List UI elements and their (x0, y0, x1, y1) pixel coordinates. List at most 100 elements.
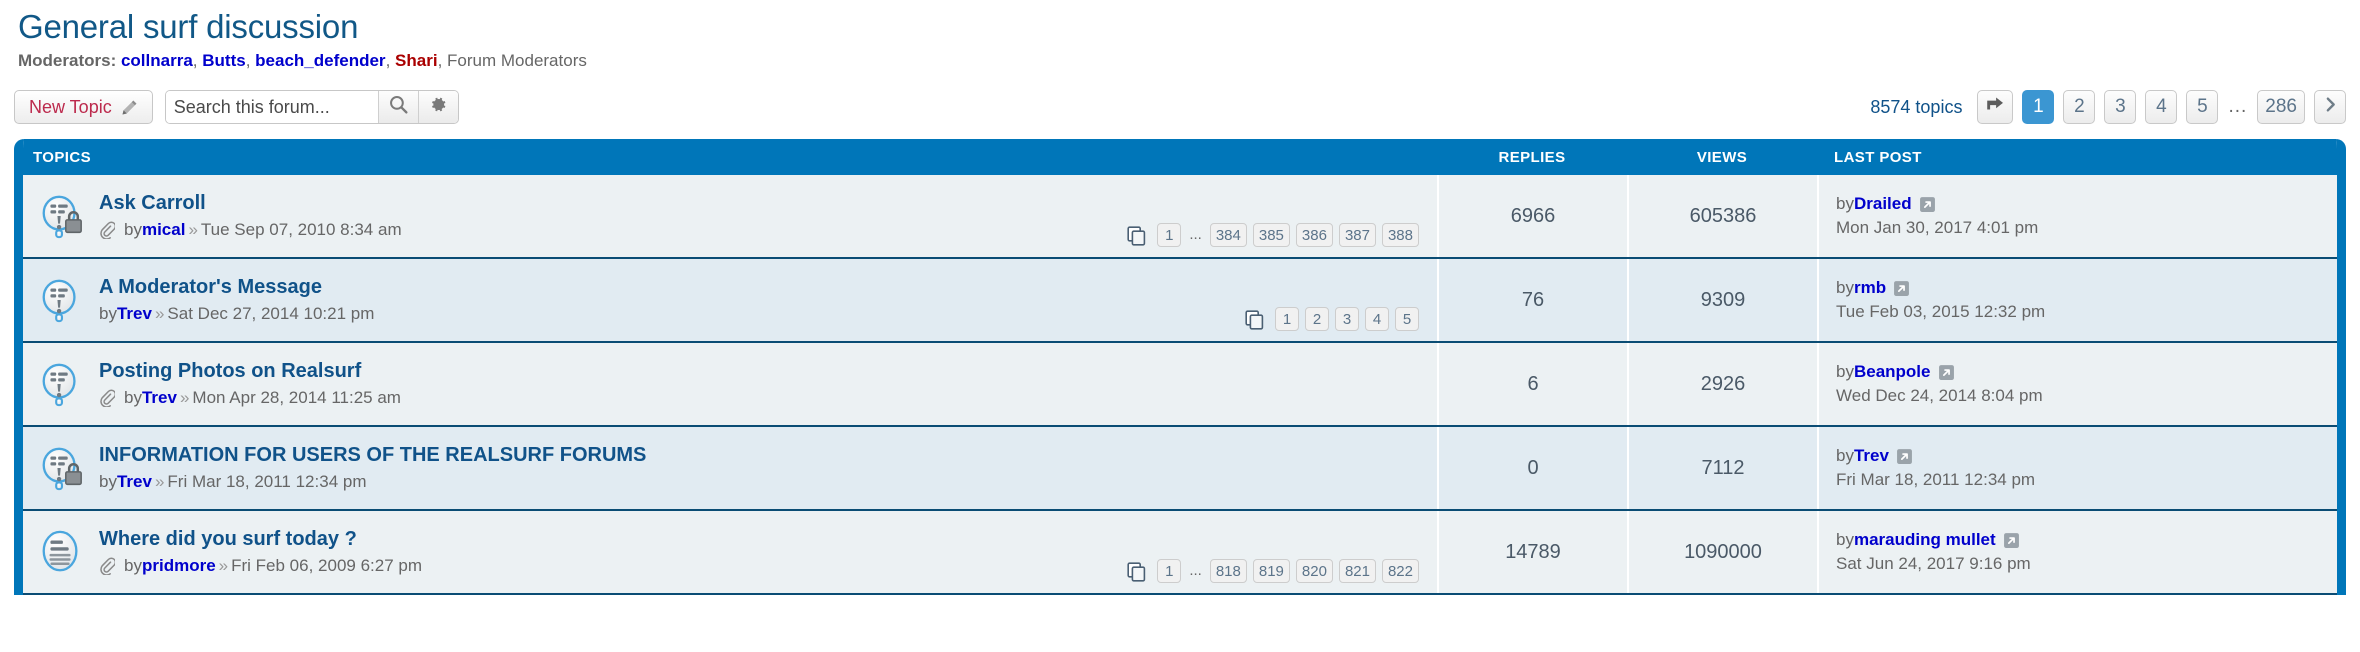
forum-page: General surf discussion Moderators: coll… (0, 6, 2360, 596)
last-post-cell: by marauding mullet Sat Jun 24, 2017 9:1… (1817, 511, 2337, 594)
topic-page-818[interactable]: 818 (1209, 559, 1247, 584)
meta-separator: » (179, 388, 190, 408)
topic-posted-date: Fri Mar 18, 2011 12:34 pm (167, 472, 367, 492)
gear-icon (429, 95, 448, 119)
table-row[interactable]: INFORMATION FOR USERS OF THE REALSURF FO… (23, 427, 2337, 512)
goto-last-post-icon[interactable] (1938, 364, 1955, 381)
pencil-icon (121, 99, 138, 116)
topic-page-ellipsis: ... (1189, 226, 1202, 244)
topic-meta: by Trev » Sat Dec 27, 2014 10:21 pm (99, 304, 1437, 324)
topic-cell: A Moderator's Message by Trev » Sat Dec 2… (23, 259, 1437, 341)
goto-last-post-icon[interactable] (2003, 532, 2020, 549)
topic-page-4[interactable]: 4 (1365, 307, 1389, 332)
page-button-1[interactable]: 1 (2022, 90, 2055, 125)
topic-title-link[interactable]: Where did you surf today ? (99, 528, 1437, 551)
moderator-butts[interactable]: Butts (202, 51, 245, 70)
last-post-author-link[interactable]: Trev (1854, 446, 1889, 466)
table-row[interactable]: Posting Photos on Realsurf by Trev » Mon… (23, 343, 2337, 428)
by-label: by (124, 388, 142, 408)
topic-title-link[interactable]: Posting Photos on Realsurf (99, 360, 1437, 383)
topic-page-819[interactable]: 819 (1252, 559, 1290, 584)
page-button-2[interactable]: 2 (2063, 90, 2096, 125)
meta-separator: » (188, 220, 198, 240)
topic-page-820[interactable]: 820 (1295, 559, 1333, 584)
forum-search (164, 90, 459, 125)
announce-locked-icon (37, 192, 85, 240)
table-row[interactable]: Where did you surf today ? by pridmore »… (23, 511, 2337, 596)
topic-page-1[interactable]: 1 (1157, 559, 1182, 584)
new-topic-button[interactable]: New Topic (14, 90, 153, 125)
topic-author-link[interactable]: Trev (117, 304, 152, 324)
column-header-views: VIEWS (1696, 148, 1748, 166)
topic-page-5[interactable]: 5 (1395, 307, 1419, 332)
topic-page-3[interactable]: 3 (1335, 307, 1359, 332)
search-options-button[interactable] (417, 91, 458, 124)
topic-rows: Ask Carroll by mical » Tue Sep 07, 2010 … (23, 175, 2337, 596)
topic-page-2[interactable]: 2 (1305, 307, 1329, 332)
chevron-right-icon (2323, 95, 2338, 120)
topic-page-388[interactable]: 388 (1381, 223, 1419, 248)
last-post-cell: by Trev Fri Mar 18, 2011 12:34 pm (1817, 427, 2337, 510)
topic-title-link[interactable]: Ask Carroll (99, 192, 1437, 215)
by-label: by (124, 556, 142, 576)
replies-count: 14789 (1437, 511, 1627, 594)
topic-page-821[interactable]: 821 (1338, 559, 1376, 584)
topic-page-387[interactable]: 387 (1338, 223, 1376, 248)
last-post-author-link[interactable]: rmb (1854, 278, 1886, 298)
topic-page-384[interactable]: 384 (1209, 223, 1247, 248)
topic-page-386[interactable]: 386 (1295, 223, 1333, 248)
search-input[interactable] (165, 91, 378, 124)
goto-last-post-icon[interactable] (1893, 280, 1910, 297)
next-page-button[interactable] (2314, 90, 2346, 125)
separator: , (385, 51, 391, 71)
by-label: by (1836, 362, 1854, 382)
announce-locked-icon (37, 444, 85, 492)
moderator-shari[interactable]: Shari (395, 51, 438, 70)
meta-separator: » (218, 556, 229, 576)
pagination: 8574 topics 1 2 3 4 5... 286 (1870, 90, 2346, 125)
by-label: by (1836, 446, 1854, 466)
topic-author-link[interactable]: Trev (117, 472, 152, 492)
views-count: 9309 (1627, 259, 1817, 342)
topic-page-385[interactable]: 385 (1252, 223, 1290, 248)
moderators-line: Moderators: collnarra, Butts, beach_defe… (18, 51, 2346, 71)
moderator-beach-defender[interactable]: beach_defender (255, 51, 385, 70)
table-row[interactable]: A Moderator's Message by Trev » Sat Dec 2… (23, 259, 2337, 344)
replies-count: 76 (1437, 259, 1627, 342)
table-row[interactable]: Ask Carroll by mical » Tue Sep 07, 2010 … (23, 175, 2337, 260)
topic-author-link[interactable]: mical (142, 220, 185, 240)
moderator-collnarra[interactable]: collnarra (121, 51, 193, 70)
views-count: 605386 (1627, 175, 1817, 258)
jump-to-page-icon (1985, 94, 2005, 120)
page-button-3[interactable]: 3 (2104, 90, 2137, 125)
by-label: by (1836, 530, 1854, 550)
moderators-label: Moderators: (18, 51, 117, 71)
pagination-ellipsis: ... (2228, 96, 2248, 118)
by-label: by (1836, 194, 1854, 214)
last-post-author-line: by marauding mullet (1836, 530, 2337, 550)
topic-title-link[interactable]: A Moderator's Message (99, 276, 1437, 299)
topic-page-ellipsis: ... (1189, 562, 1202, 580)
goto-last-post-icon[interactable] (1896, 448, 1913, 465)
topic-author-link[interactable]: Trev (142, 388, 177, 408)
multipage-icon (1126, 561, 1148, 583)
topic-cell: Ask Carroll by mical » Tue Sep 07, 2010 … (23, 175, 1437, 257)
goto-last-post-icon[interactable] (1919, 196, 1936, 213)
topic-main: INFORMATION FOR USERS OF THE REALSURF FO… (99, 444, 1437, 492)
page-button-4[interactable]: 4 (2145, 90, 2178, 125)
last-post-author-link[interactable]: marauding mullet (1854, 530, 1996, 550)
last-post-author-link[interactable]: Drailed (1854, 194, 1912, 214)
column-header-last-post: LAST POST (1834, 148, 1922, 166)
topic-author-link[interactable]: pridmore (142, 556, 216, 576)
page-button-5[interactable]: 5 (2186, 90, 2219, 125)
jump-to-page-button[interactable] (1977, 90, 2014, 125)
topic-posted-date: Sat Dec 27, 2014 10:21 pm (167, 304, 375, 324)
page-button-last[interactable]: 286 (2257, 90, 2305, 125)
topic-page-1[interactable]: 1 (1157, 223, 1182, 248)
last-post-author-link[interactable]: Beanpole (1854, 362, 1931, 382)
topic-page-1[interactable]: 1 (1275, 307, 1299, 332)
topic-title-link[interactable]: INFORMATION FOR USERS OF THE REALSURF FO… (99, 444, 1437, 467)
topic-page-822[interactable]: 822 (1381, 559, 1419, 584)
page-title: General surf discussion (18, 8, 359, 45)
search-submit-button[interactable] (377, 91, 418, 124)
